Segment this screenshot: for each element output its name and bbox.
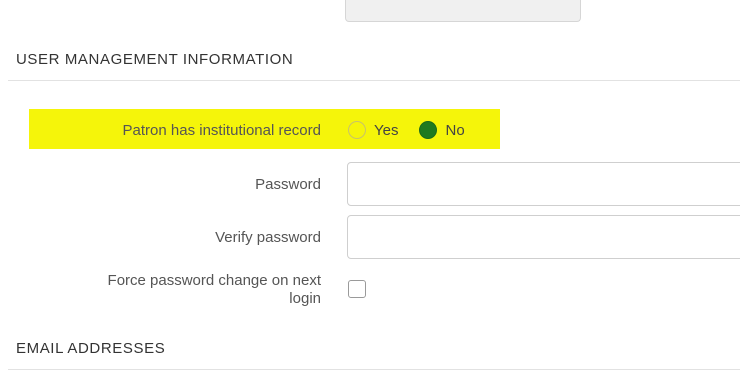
radio-no-indicator[interactable] [419,121,438,139]
institutional-record-radio-group: Yes No [348,120,465,140]
section-title-user-management: USER MANAGEMENT INFORMATION [16,51,294,68]
password-input[interactable] [347,162,740,206]
radio-yes-indicator[interactable] [348,121,366,139]
section-divider [8,80,740,81]
section-title-email-addresses: EMAIL ADDRESSES [16,340,166,357]
radio-no[interactable]: No [419,121,465,139]
verify-password-input[interactable] [347,215,740,259]
top-action-button[interactable] [345,0,581,22]
force-password-change-label-line2: login [289,290,321,307]
verify-password-label: Verify password [215,229,321,246]
force-password-change-label: Force password change on next login [108,272,321,308]
radio-yes[interactable]: Yes [348,121,398,139]
section-divider-email [8,369,740,370]
institutional-record-label: Patron has institutional record [122,122,321,139]
password-label: Password [255,176,321,193]
force-password-change-checkbox[interactable] [348,280,366,298]
radio-yes-label: Yes [374,121,399,139]
radio-no-label: No [445,121,465,139]
force-password-change-label-line1: Force password change on next [107,272,321,289]
